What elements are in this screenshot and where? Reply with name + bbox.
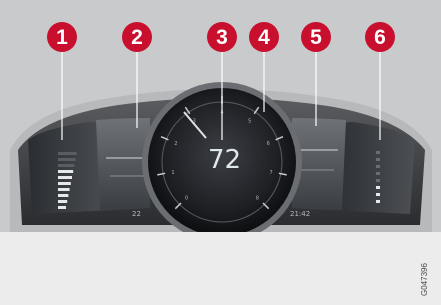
fuel-bar	[58, 200, 68, 203]
svg-text:1: 1	[56, 26, 68, 49]
speed-readout: 72	[208, 145, 241, 175]
fuel-bar	[58, 170, 74, 173]
temp-bar	[376, 158, 380, 161]
dial-tick-label: 1	[171, 170, 174, 176]
image-code: G047396	[420, 263, 429, 296]
temp-bar	[376, 200, 380, 203]
svg-text:3: 3	[216, 26, 228, 49]
temp-bar	[376, 193, 380, 196]
dial-tick-label: 8	[256, 195, 259, 201]
left-gauge	[96, 118, 150, 210]
fuel-bar	[58, 176, 72, 179]
fuel-bar	[58, 158, 76, 161]
cluster-illustration: 012345678 72 22 21:42 1 2 3	[0, 0, 441, 305]
left-bottom-readout: 22	[132, 210, 141, 218]
dial-tick-label: 0	[185, 195, 188, 201]
fuel-bar	[58, 164, 75, 167]
dial-tick-label: 5	[248, 118, 251, 124]
fuel-bar	[58, 206, 66, 209]
temp-bar	[376, 165, 380, 168]
fuel-bar	[58, 188, 70, 191]
dial-tick-label: 6	[267, 141, 270, 147]
svg-text:4: 4	[258, 26, 270, 49]
svg-text:6: 6	[374, 26, 386, 49]
fuel-bar	[58, 194, 69, 197]
temp-bar	[376, 151, 380, 154]
cluster-photo: 012345678 72 22 21:42 1 2 3	[0, 0, 441, 232]
fuel-bar	[58, 152, 77, 155]
svg-text:2: 2	[131, 26, 143, 49]
dial-tick-label: 7	[269, 170, 272, 176]
fuel-bar	[58, 182, 71, 185]
dial-tick-label: 2	[174, 141, 177, 147]
clock-readout: 21:42	[290, 210, 310, 218]
blank-lower-area	[0, 232, 441, 305]
instrument-cluster: 012345678 72 22 21:42 1 2 3	[10, 22, 432, 232]
temp-bar	[376, 172, 380, 175]
temp-bar	[376, 186, 380, 189]
temp-bar	[376, 179, 380, 182]
svg-text:5: 5	[310, 26, 322, 49]
